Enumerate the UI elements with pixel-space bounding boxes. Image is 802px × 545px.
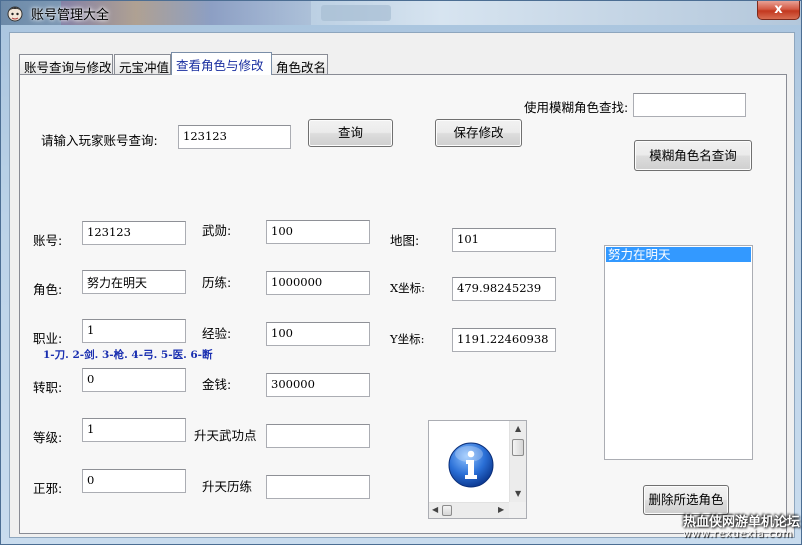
level-label: 等级: [33,430,63,445]
tab-ingot-recharge[interactable]: 元宝冲值 [114,54,171,75]
info-icon [448,442,494,488]
job-hint: 1-刀. 2-剑. 3-枪. 4-弓. 5-医. 6-断 [43,349,213,361]
scroll-down-icon[interactable]: ▼ [515,489,521,499]
exp-label: 经验: [202,326,232,341]
scroll-corner [509,502,526,518]
exp-field[interactable]: 100 [266,322,370,346]
account-label: 账号: [33,233,63,248]
job-label: 职业: [33,331,63,346]
training-label: 历练: [202,275,232,290]
vertical-scroll-thumb[interactable] [512,439,524,456]
fuzzy-query-button[interactable]: 模糊角色名查询 [634,140,752,171]
fuzzy-search-label: 使用模糊角色查找: [524,100,629,115]
fuzzy-search-input[interactable] [633,93,746,117]
ascend-skill-label: 升天武功点 [194,428,257,443]
account-field[interactable]: 123123 [82,221,186,245]
client-area: 账号查询与修改 元宝冲值 查看角色与修改 角色改名 请输入玩家账号查询: 123… [9,32,795,538]
ascend-training-field[interactable] [266,475,370,499]
horizontal-scrollbar[interactable]: ◀ ▶ [429,502,509,518]
tab-view-role[interactable]: 查看角色与修改 [171,52,272,75]
transfer-label: 转职: [33,380,63,395]
watermark-text: 热血侠网游单机论坛 [683,515,801,530]
money-label: 金钱: [202,377,232,392]
training-field[interactable]: 1000000 [266,271,370,295]
tab-account-query[interactable]: 账号查询与修改 [19,54,113,75]
save-button[interactable]: 保存修改 [435,119,522,147]
title-bar[interactable]: 账号管理大全 x [1,1,801,25]
info-image-box[interactable]: ▲ ▼ ◀ ▶ [428,420,527,519]
map-field[interactable]: 101 [452,228,556,252]
watermark-url: www.rexuexia.com [683,529,794,540]
scroll-right-icon[interactable]: ▶ [498,505,504,515]
x-coord-label: X坐标: [390,281,426,295]
account-query-input[interactable]: 123123 [178,125,291,149]
tab-role-rename[interactable]: 角色改名 [271,54,328,75]
close-button[interactable]: x [757,1,800,20]
y-coord-label: Y坐标: [390,332,425,346]
transfer-field[interactable]: 0 [82,368,186,392]
list-item[interactable]: 努力在明天 [606,247,751,262]
ascend-training-label: 升天历练 [202,479,253,494]
job-field[interactable]: 1 [82,319,186,343]
account-query-label: 请输入玩家账号查询: [41,133,158,148]
scroll-up-icon[interactable]: ▲ [515,424,521,434]
query-button[interactable]: 查询 [308,119,393,147]
horizontal-scroll-thumb[interactable] [442,505,452,516]
vertical-scrollbar[interactable]: ▲ ▼ [509,421,526,503]
alignment-field[interactable]: 0 [82,469,186,493]
merit-field[interactable]: 100 [266,220,370,244]
scroll-left-icon[interactable]: ◀ [432,505,438,515]
role-label: 角色: [33,282,63,297]
main-window: 账号管理大全 x 账号查询与修改 元宝冲值 查看角色与修改 角色改名 请输入玩家… [0,0,802,545]
x-coord-field[interactable]: 479.98245239 [452,277,556,301]
merit-label: 武勋: [202,223,232,238]
window-title: 账号管理大全 [31,8,110,23]
title-background-art [321,5,391,21]
role-listbox[interactable]: 努力在明天 [604,245,753,460]
map-label: 地图: [390,233,420,248]
tab-panel: 请输入玩家账号查询: 123123 查询 保存修改 使用模糊角色查找: 模糊角色… [19,74,787,534]
app-icon [7,6,23,22]
level-field[interactable]: 1 [82,418,186,442]
ascend-skill-field[interactable] [266,424,370,448]
role-field[interactable]: 努力在明天 [82,270,186,294]
y-coord-field[interactable]: 1191.22460938 [452,328,556,352]
money-field[interactable]: 300000 [266,373,370,397]
alignment-label: 正邪: [33,481,63,496]
